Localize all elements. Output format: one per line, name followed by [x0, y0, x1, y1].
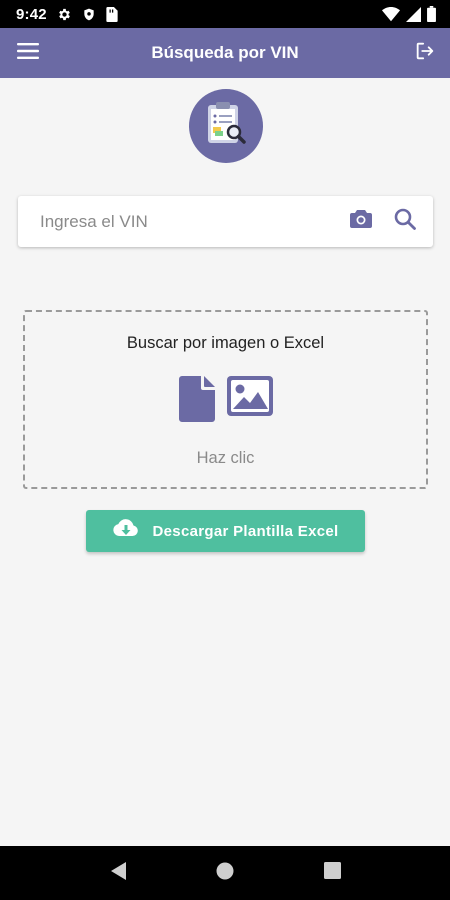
- status-right: [382, 6, 436, 22]
- cloud-download-icon: [112, 518, 139, 545]
- shield-icon: [82, 7, 96, 22]
- system-nav-bar: [0, 846, 450, 900]
- logout-icon: [414, 40, 436, 67]
- battery-icon: [427, 6, 436, 22]
- back-button[interactable]: [98, 853, 138, 893]
- clipboard-search-icon: [201, 99, 251, 154]
- home-button[interactable]: [205, 853, 245, 893]
- download-template-label: Descargar Plantilla Excel: [152, 522, 339, 540]
- search-icon: [393, 207, 417, 236]
- status-time: 9:42: [16, 5, 47, 23]
- vin-search-card: [18, 196, 433, 247]
- upload-hint: Haz clic: [196, 449, 255, 467]
- recents-button[interactable]: [312, 853, 352, 893]
- status-bar: 9:42: [0, 0, 450, 28]
- upload-dropzone[interactable]: Buscar por imagen o Excel Haz clic: [23, 310, 428, 489]
- sim-card-icon: [106, 6, 118, 22]
- page-title: Búsqueda por VIN: [151, 43, 299, 62]
- upload-title: Buscar por imagen o Excel: [126, 334, 325, 352]
- gear-icon: [57, 7, 72, 22]
- wifi-icon: [382, 6, 400, 22]
- app-logo: [189, 89, 263, 163]
- image-icon: [226, 376, 273, 427]
- download-template-button[interactable]: Descargar Plantilla Excel: [86, 510, 365, 552]
- app-bar: Búsqueda por VIN: [0, 28, 450, 78]
- menu-button[interactable]: [16, 41, 40, 65]
- vin-search-input[interactable]: [18, 196, 343, 247]
- file-icon: [178, 376, 215, 427]
- camera-button[interactable]: [343, 204, 379, 240]
- signal-icon: [406, 6, 421, 22]
- status-left: 9:42: [16, 6, 118, 23]
- upload-icons: [25, 376, 426, 427]
- logout-button[interactable]: [413, 41, 437, 65]
- back-icon: [109, 861, 127, 886]
- hamburger-menu-icon: [17, 42, 39, 64]
- camera-icon: [349, 209, 373, 234]
- home-icon: [216, 862, 234, 885]
- recents-icon: [323, 862, 341, 884]
- search-button[interactable]: [387, 204, 423, 240]
